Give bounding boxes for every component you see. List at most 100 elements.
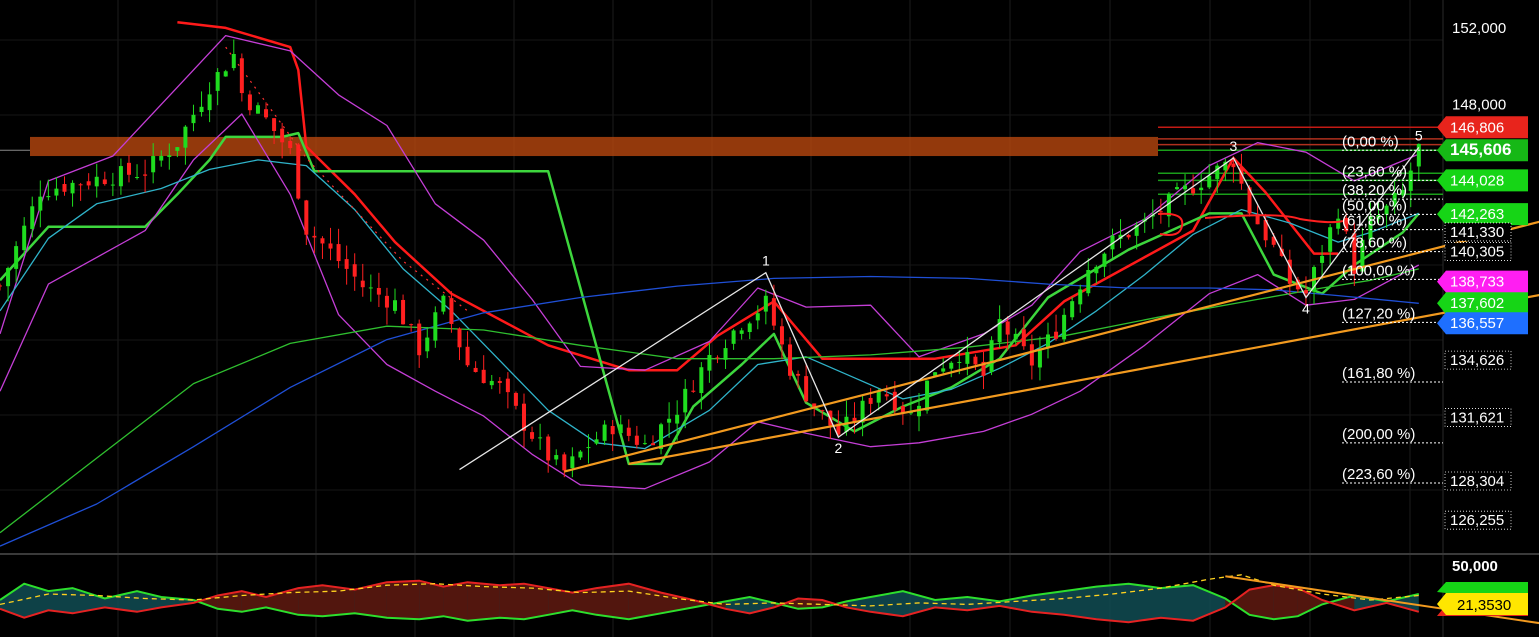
price-tag-label[interactable]: 126,255 xyxy=(1450,512,1504,529)
candle-body xyxy=(200,107,204,112)
candle-body xyxy=(748,323,752,332)
candle-body xyxy=(191,115,195,123)
candle-body xyxy=(788,344,792,375)
candle-body xyxy=(699,367,703,393)
candle-body xyxy=(441,296,445,312)
candle-body xyxy=(764,296,768,312)
candle-body xyxy=(320,238,324,243)
oscillator-fill-negative xyxy=(468,582,500,621)
candle-body xyxy=(95,177,99,187)
candle-body xyxy=(79,184,83,185)
fibonacci-label: (100,00 %) xyxy=(1342,262,1415,279)
candle-body xyxy=(1256,216,1260,225)
candle-body xyxy=(216,72,220,91)
candle-body xyxy=(715,357,719,358)
wave-label: 1 xyxy=(762,253,770,269)
candle-body xyxy=(14,246,18,269)
candle-body xyxy=(603,425,607,441)
price-tag-label[interactable]: 146,806 xyxy=(1450,119,1504,136)
oscillator-fill-negative xyxy=(597,584,629,620)
candle-body xyxy=(707,355,711,371)
candle-body xyxy=(957,362,961,363)
fibonacci-label: (200,00 %) xyxy=(1342,426,1415,443)
oscillator-tag-label[interactable]: 21,3530 xyxy=(1457,597,1511,614)
price-tag-label[interactable]: 144,028 xyxy=(1450,172,1504,189)
candle-body xyxy=(1336,219,1340,229)
price-tag-label[interactable]: 137,602 xyxy=(1450,295,1504,312)
candle-body xyxy=(353,264,357,276)
candle-body xyxy=(312,236,316,238)
oscillator-fill-negative xyxy=(443,582,467,621)
oscillator-fill-negative xyxy=(500,584,524,620)
candle-body xyxy=(482,370,486,383)
candle-body xyxy=(1086,270,1090,293)
candle-body xyxy=(643,443,647,444)
candle-body xyxy=(369,287,373,288)
candle-body xyxy=(869,398,873,404)
candle-body xyxy=(586,447,590,448)
candle-body xyxy=(385,296,389,308)
fibonacci-label: (127,20 %) xyxy=(1342,305,1415,322)
candle-body xyxy=(820,410,824,411)
candle-body xyxy=(675,415,679,424)
candle-body xyxy=(578,452,582,458)
candle-body xyxy=(22,226,26,250)
trading-chart[interactable]: 12345 (0,00 %)(23,60 %)(38,20 %)(50,00 %… xyxy=(0,0,1539,637)
fibonacci-label: (61,80 %) xyxy=(1342,213,1407,230)
candle-body xyxy=(804,376,808,401)
fibonacci-label: (78,60 %) xyxy=(1342,235,1407,252)
resistance-zone-band xyxy=(30,137,1158,156)
candle-body xyxy=(732,330,736,343)
fibonacci-label: (223,60 %) xyxy=(1342,466,1415,483)
candle-body xyxy=(127,163,131,175)
candle-body xyxy=(288,141,292,148)
oscillator-fill-negative xyxy=(1274,585,1298,619)
candle-body xyxy=(167,155,171,157)
candle-body xyxy=(1070,301,1074,317)
candle-body xyxy=(401,300,405,324)
fibonacci-label: (23,60 %) xyxy=(1342,163,1407,180)
candle-body xyxy=(466,347,470,366)
candle-body xyxy=(756,313,760,320)
candle-body xyxy=(6,268,10,286)
price-tag-label[interactable]: 141,330 xyxy=(1450,224,1504,241)
candle-body xyxy=(1094,267,1098,273)
candle-body xyxy=(1417,144,1421,167)
candle-body xyxy=(651,443,655,445)
candle-body xyxy=(280,129,284,143)
candle-body xyxy=(885,394,889,396)
price-tag-label[interactable]: 140,305 xyxy=(1450,244,1504,261)
candle-body xyxy=(248,94,252,110)
candle-body xyxy=(611,426,615,434)
candle-body xyxy=(796,374,800,376)
price-tag-label[interactable]: 142,263 xyxy=(1450,206,1504,223)
wave-label: 4 xyxy=(1302,301,1310,317)
candle-body xyxy=(377,288,381,295)
candle-body xyxy=(1320,256,1324,263)
oscillator-axis-tick[interactable]: 50,000 xyxy=(1452,558,1498,575)
price-tag-label[interactable]: 138,733 xyxy=(1450,274,1504,291)
candle-body xyxy=(62,184,66,192)
price-tag-label[interactable]: 145,606 xyxy=(1450,140,1511,159)
candle-body xyxy=(304,200,308,234)
candle-body xyxy=(546,437,550,461)
candle-body xyxy=(224,71,228,76)
candle-body xyxy=(772,298,776,325)
price-tag-label[interactable]: 136,557 xyxy=(1450,315,1504,332)
price-tag-label[interactable]: 131,621 xyxy=(1450,410,1504,427)
candle-body xyxy=(393,300,397,311)
candle-body xyxy=(990,340,994,372)
price-tag-label[interactable]: 134,626 xyxy=(1450,352,1504,369)
price-axis-tick[interactable]: 148,000 xyxy=(1452,96,1506,113)
candle-body xyxy=(691,391,695,392)
price-tag-label[interactable]: 128,304 xyxy=(1450,473,1504,490)
oscillator-fill-negative xyxy=(524,584,548,620)
fibonacci-label: (0,00 %) xyxy=(1342,133,1399,150)
candle-body xyxy=(893,392,897,410)
price-axis-tick[interactable]: 152,000 xyxy=(1452,20,1506,37)
candle-body xyxy=(506,379,510,392)
candle-body xyxy=(530,432,534,439)
candle-body xyxy=(264,109,268,117)
candle-body xyxy=(474,368,478,372)
candle-body xyxy=(458,328,462,347)
